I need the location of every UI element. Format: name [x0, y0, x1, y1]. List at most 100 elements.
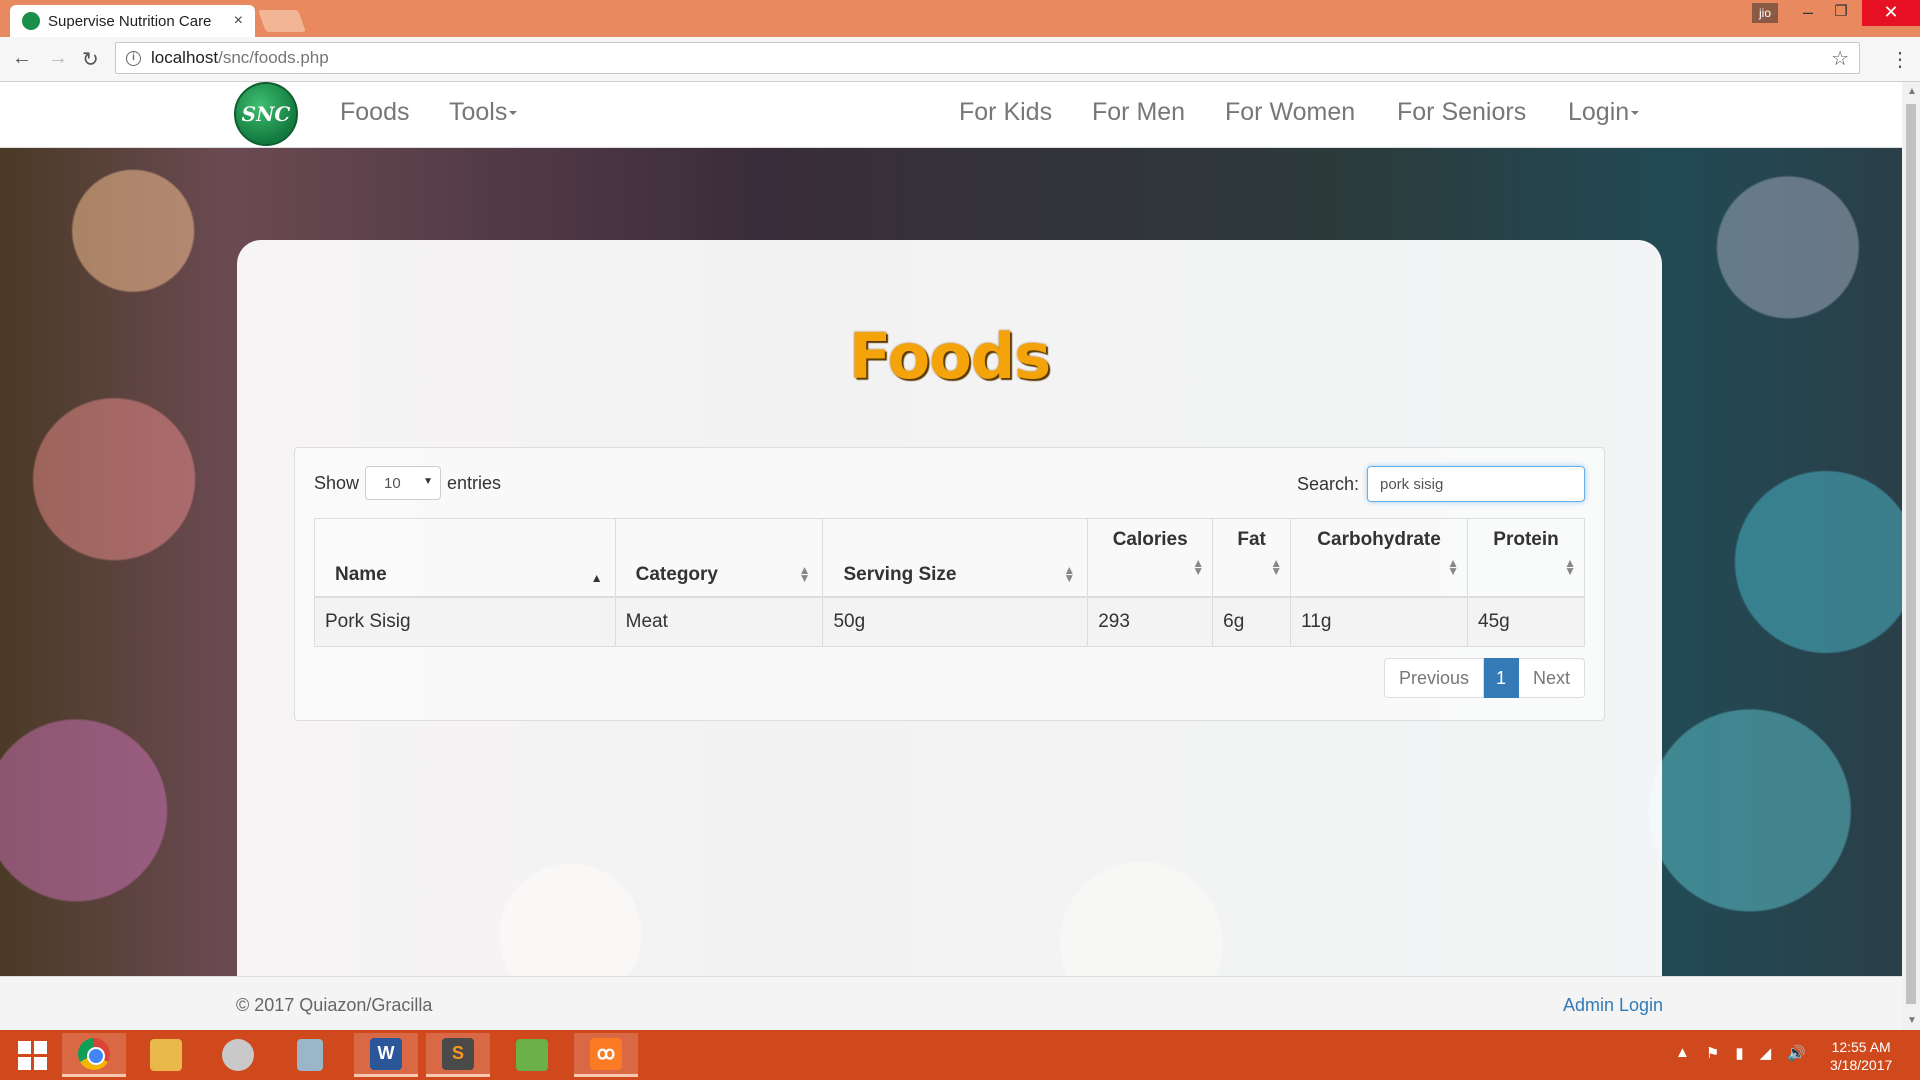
browser-titlebar: Supervise Nutrition Care × jio – ❐ ✕ — [0, 0, 1920, 37]
taskbar-notepad[interactable] — [500, 1033, 564, 1077]
column-header-label: Carbohydrate — [1317, 529, 1441, 550]
column-header-carbohydrate[interactable]: Carbohydrate ▲ ▼ — [1290, 518, 1469, 598]
cell-fat: 6g — [1212, 596, 1292, 647]
scroll-up-icon[interactable]: ▲ — [1907, 86, 1917, 97]
entries-label: entries — [447, 472, 502, 493]
close-window-button[interactable]: ✕ — [1862, 0, 1920, 26]
next-button[interactable]: Next — [1518, 658, 1585, 698]
nav-login-label: Login — [1568, 98, 1630, 126]
page-viewport: SNC Foods Tools For Kids For Men For Wom… — [0, 82, 1902, 1030]
cell-category: Meat — [614, 596, 824, 647]
network-icon[interactable]: ◢ — [1760, 1044, 1772, 1062]
cell-carbohydrate: 11g — [1290, 596, 1469, 647]
sort-ascending-icon: ▲ — [590, 570, 603, 585]
column-header-fat[interactable]: Fat ▲ ▼ — [1212, 518, 1292, 598]
site-logo[interactable]: SNC — [234, 82, 298, 146]
tab-title: Supervise Nutrition Care — [48, 12, 212, 30]
column-header-label: Name — [335, 563, 387, 585]
taskbar-chrome[interactable] — [62, 1033, 126, 1077]
url-host: localhost — [151, 48, 219, 67]
site-footer: © 2017 Quiazon/Gracilla Admin Login — [0, 976, 1902, 1030]
nav-for-women[interactable]: For Women — [1225, 98, 1355, 127]
pagination: Previous 1 Next — [1383, 658, 1585, 698]
page-1-button[interactable]: 1 — [1483, 658, 1519, 698]
browser-menu-icon[interactable]: ⋮ — [1890, 47, 1910, 72]
column-header-label: Category — [635, 563, 718, 585]
copyright-text: © 2017 Quiazon/Gracilla — [236, 995, 433, 1015]
back-arrow-icon[interactable]: ← — [12, 47, 32, 70]
sort-both-icon: ▲ ▼ — [1564, 556, 1576, 578]
sort-both-icon: ▲ ▼ — [798, 562, 811, 585]
new-tab-button[interactable] — [257, 10, 307, 32]
vertical-scrollbar[interactable]: ▲ ▼ — [1902, 82, 1920, 1030]
nav-tools-label: Tools — [449, 98, 508, 126]
bokeh-background: Foods Show 10 ▼ entries Search: pork sis… — [0, 148, 1902, 1004]
url-path: /snc/foods.php — [218, 48, 329, 67]
admin-login-link[interactable]: Admin Login — [1563, 995, 1663, 1016]
scroll-down-icon[interactable]: ▼ — [1907, 1015, 1917, 1026]
page-title: Foods — [848, 320, 1051, 393]
nav-foods[interactable]: Foods — [340, 98, 409, 127]
xampp-icon: ꝏ — [590, 1037, 622, 1070]
entries-select[interactable]: 10 ▼ — [365, 466, 442, 500]
maximize-button[interactable]: ❐ — [1818, 0, 1864, 26]
taskbar-file-explorer[interactable] — [134, 1033, 198, 1077]
calculator-icon — [297, 1039, 323, 1071]
nav-tools-dropdown[interactable]: Tools — [449, 98, 518, 127]
taskbar-word[interactable]: W — [354, 1033, 418, 1077]
scrollbar-thumb[interactable] — [1906, 104, 1916, 1004]
cell-name: Pork Sisig — [314, 596, 616, 647]
length-control: Show 10 ▼ entries — [314, 466, 501, 500]
table-row: Pork Sisig Meat 50g 293 6g 11g 45g — [314, 596, 1585, 647]
column-header-label: Protein — [1493, 529, 1559, 550]
flag-icon[interactable]: ⚑ — [1706, 1044, 1719, 1062]
column-header-serving-size[interactable]: Serving Size ▲ ▼ — [822, 518, 1089, 598]
nav-for-kids[interactable]: For Kids — [959, 98, 1052, 127]
caret-down-icon — [1631, 111, 1640, 116]
dropdown-arrow-icon: ▼ — [423, 476, 434, 487]
browser-tab[interactable]: Supervise Nutrition Care × — [10, 5, 255, 37]
previous-button[interactable]: Previous — [1383, 658, 1484, 698]
cell-protein: 45g — [1467, 596, 1585, 647]
scissors-icon — [222, 1039, 254, 1071]
column-header-label: Calories — [1112, 529, 1188, 550]
taskbar-sublime[interactable]: S — [426, 1033, 490, 1077]
column-header-calories[interactable]: Calories ▲ ▼ — [1087, 518, 1214, 598]
taskbar-calculator[interactable] — [278, 1033, 342, 1077]
folder-icon — [150, 1039, 182, 1071]
show-hidden-icons-icon[interactable]: ▲ — [1675, 1044, 1690, 1062]
profile-badge[interactable]: jio — [1752, 3, 1778, 23]
windows-logo-icon — [17, 1040, 47, 1070]
sort-both-icon: ▲ ▼ — [1192, 556, 1205, 578]
info-icon[interactable]: i — [126, 50, 141, 66]
taskbar-xampp[interactable]: ꝏ — [574, 1033, 638, 1077]
nav-login-dropdown[interactable]: Login — [1568, 98, 1640, 127]
sort-both-icon: ▲ ▼ — [1270, 556, 1283, 578]
volume-icon[interactable]: 🔊 — [1787, 1044, 1806, 1062]
start-button[interactable] — [0, 1033, 64, 1077]
browser-toolbar: ← → ↻ i localhost /snc/foods.php ☆ ⋮ — [0, 37, 1920, 82]
taskbar-clock[interactable]: 12:55 AM 3/18/2017 — [1830, 1038, 1892, 1074]
notepad-icon — [516, 1039, 548, 1071]
cell-calories: 293 — [1087, 596, 1214, 647]
sublime-icon: S — [442, 1037, 474, 1070]
bookmark-star-icon[interactable]: ☆ — [1831, 46, 1849, 71]
clock-time: 12:55 AM — [1831, 1039, 1891, 1055]
content-panel: Foods Show 10 ▼ entries Search: pork sis… — [237, 240, 1662, 1004]
url-bar[interactable]: i localhost /snc/foods.php ☆ — [115, 42, 1860, 74]
column-header-name[interactable]: Name ▲ — [314, 518, 616, 598]
site-navbar: SNC Foods Tools For Kids For Men For Wom… — [0, 82, 1902, 148]
column-header-category[interactable]: Category ▲ ▼ — [614, 518, 824, 598]
reload-icon[interactable]: ↻ — [82, 47, 99, 72]
site-favicon-icon — [22, 12, 40, 30]
forward-arrow-icon[interactable]: → — [48, 47, 68, 70]
search-input[interactable]: pork sisig — [1367, 466, 1585, 502]
battery-icon[interactable]: ▮ — [1735, 1044, 1743, 1062]
nav-for-seniors[interactable]: For Seniors — [1397, 98, 1526, 127]
taskbar-snipping-tool[interactable] — [206, 1033, 270, 1077]
tab-close-icon[interactable]: × — [234, 12, 243, 30]
caret-down-icon — [509, 111, 518, 116]
sort-both-icon: ▲ ▼ — [1063, 562, 1076, 585]
column-header-protein[interactable]: Protein ▲ ▼ — [1467, 518, 1585, 598]
nav-for-men[interactable]: For Men — [1092, 98, 1185, 127]
